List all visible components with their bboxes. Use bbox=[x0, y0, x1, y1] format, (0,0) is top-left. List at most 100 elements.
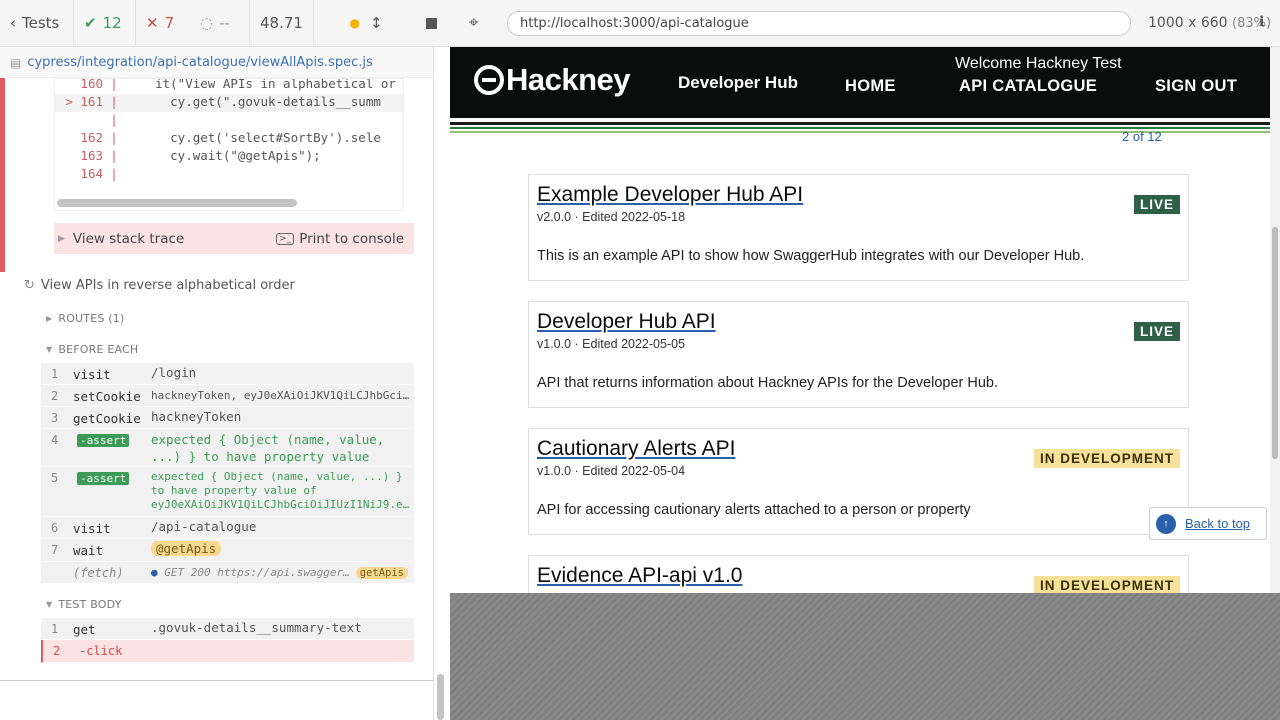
api-card-description: API for accessing cautionary alerts atta… bbox=[537, 502, 971, 518]
url-field[interactable]: http://localhost:3000/api-catalogue bbox=[507, 11, 1131, 36]
alias-badge[interactable]: @getApis bbox=[151, 541, 222, 556]
stop-button[interactable] bbox=[418, 0, 450, 47]
chevron-right-icon: ▶ bbox=[58, 233, 65, 244]
stop-icon bbox=[426, 17, 437, 29]
command-row[interactable]: 6 visit /api-catalogue bbox=[41, 517, 414, 539]
command-row-assert[interactable]: 5 -assert expected { Object (name, value… bbox=[41, 467, 414, 517]
page-scrollbar-thumb[interactable] bbox=[1272, 227, 1278, 459]
spec-file-bar[interactable]: ▤ cypress/integration/api-catalogue/view… bbox=[0, 48, 433, 78]
command-number: 2 bbox=[53, 644, 61, 658]
command-number: 1 bbox=[51, 367, 59, 381]
browser-area: ⌖ http://localhost:3000/api-catalogue 10… bbox=[450, 0, 1280, 720]
api-card: Cautionary Alerts API v1.0.0 · Edited 20… bbox=[528, 428, 1189, 535]
command-name: get bbox=[73, 622, 96, 637]
pending-count[interactable]: ◌ -- bbox=[190, 0, 250, 47]
status-badge: LIVE bbox=[1133, 322, 1180, 341]
api-card-title[interactable]: Developer Hub API bbox=[537, 310, 716, 334]
alias-wrapper: getApis bbox=[355, 566, 408, 579]
divider bbox=[0, 680, 433, 681]
back-to-top-link[interactable]: ↑ Back to top bbox=[1149, 507, 1267, 540]
failed-count[interactable]: ✕ 7 bbox=[136, 0, 190, 47]
file-icon: ▤ bbox=[10, 55, 22, 70]
command-number: 6 bbox=[51, 521, 59, 535]
code-line: 160 | it("View APIs in alphabetical or bbox=[80, 78, 396, 91]
command-number: 5 bbox=[51, 471, 59, 485]
duration: 48.71 bbox=[250, 0, 314, 47]
test-body-toggle[interactable]: ▼ TEST BODY bbox=[46, 598, 122, 611]
api-card-title[interactable]: Cautionary Alerts API bbox=[537, 437, 735, 461]
tests-label: Tests bbox=[22, 14, 60, 32]
tests-back-button[interactable]: ‹ Tests bbox=[0, 0, 74, 47]
command-message: hackneyToken bbox=[151, 409, 242, 424]
logo-mark-icon bbox=[474, 65, 504, 95]
command-name: visit bbox=[73, 367, 111, 382]
code-line: 162 | cy.get('select#SortBy').sele bbox=[80, 130, 381, 145]
failed-value: 7 bbox=[164, 14, 175, 32]
print-to-console-button[interactable]: >_ Print to console bbox=[276, 231, 404, 247]
command-name: getCookie bbox=[73, 411, 141, 426]
status-badge: IN DEVELOPMENT bbox=[1033, 449, 1180, 468]
dot-icon: ● bbox=[151, 566, 158, 579]
alias-badge[interactable]: getApis bbox=[355, 567, 408, 579]
command-row[interactable]: 2 setCookie hackneyToken, eyJ0eXAiOiJKV1… bbox=[41, 385, 414, 407]
hackney-logo[interactable]: Hackney bbox=[474, 62, 631, 98]
api-card-title[interactable]: Example Developer Hub API bbox=[537, 183, 803, 207]
command-row-fetch[interactable]: (fetch) ● GET 200 https://api.swaggerhu…… bbox=[41, 562, 414, 584]
api-card-title[interactable]: Evidence API-api v1.0 bbox=[537, 564, 742, 588]
nav-home[interactable]: HOME bbox=[845, 77, 896, 96]
passed-count[interactable]: ✔ 12 bbox=[74, 0, 136, 47]
view-stack-trace-toggle[interactable]: View stack trace bbox=[73, 231, 184, 247]
status-dot-icon: ● bbox=[349, 16, 360, 30]
routes-label: ROUTES (1) bbox=[58, 312, 125, 325]
api-card-meta: v1.0.0 · Edited 2022-05-05 bbox=[537, 337, 686, 351]
api-card-description: API that returns information about Hackn… bbox=[537, 375, 999, 391]
command-row[interactable]: 7 wait @getApis bbox=[41, 539, 414, 562]
before-each-toggle[interactable]: ▼ BEFORE EACH bbox=[46, 343, 138, 356]
autoscroll-toggle-icon[interactable]: ↕ bbox=[370, 14, 383, 32]
code-line: | bbox=[110, 112, 118, 127]
terminal-icon: >_ bbox=[276, 232, 295, 245]
command-message: hackneyToken, eyJ0eXAiOiJKV1QiLCJhbGciOi… bbox=[151, 389, 410, 402]
code-line: 164 | bbox=[80, 166, 118, 181]
nav-api-catalogue[interactable]: API CATALOGUE bbox=[959, 77, 1097, 96]
command-row[interactable]: 1 visit /login bbox=[41, 363, 414, 385]
command-row-failed[interactable]: 2 -click bbox=[41, 640, 414, 663]
run-controls: ● ↕ bbox=[314, 0, 418, 47]
selector-playground-icon[interactable]: ⌖ bbox=[469, 13, 479, 33]
back-to-top-label: Back to top bbox=[1185, 516, 1251, 531]
spec-path[interactable]: cypress/integration/api-catalogue/viewAl… bbox=[27, 55, 372, 70]
product-name[interactable]: Developer Hub bbox=[678, 73, 798, 93]
api-card-meta: v1.0.0 · Edited 2022-05-04 bbox=[537, 464, 686, 478]
status-badge: LIVE bbox=[1133, 195, 1180, 214]
alias-wrapper: @getApis bbox=[151, 541, 410, 556]
command-row[interactable]: 1 get .govuk-details__summary-text bbox=[41, 618, 414, 640]
assert-message: expected { Object (name, value, ...) } t… bbox=[151, 432, 385, 464]
command-name: setCookie bbox=[73, 389, 141, 404]
nav-sign-out[interactable]: SIGN OUT bbox=[1155, 77, 1237, 96]
logo-text: Hackney bbox=[506, 62, 631, 97]
api-card: Evidence API-api v1.0 IN DEVELOPMENT bbox=[528, 555, 1189, 593]
failure-indicator bbox=[0, 78, 5, 272]
code-horizontal-scrollbar[interactable] bbox=[57, 199, 297, 207]
routes-toggle[interactable]: ▶ ROUTES (1) bbox=[46, 312, 124, 325]
welcome-message: Welcome Hackney Test bbox=[955, 55, 1122, 72]
url-bar: ⌖ http://localhost:3000/api-catalogue 10… bbox=[450, 0, 1280, 47]
passed-value: 12 bbox=[102, 14, 122, 32]
command-message: .govuk-details__summary-text bbox=[151, 620, 362, 635]
test-title[interactable]: ↻ View APIs in reverse alphabetical orde… bbox=[24, 278, 295, 293]
command-number: 1 bbox=[51, 622, 59, 636]
assert-badge: -assert bbox=[77, 432, 130, 447]
command-row-assert[interactable]: 4 -assert expected { Object (name, value… bbox=[41, 429, 414, 467]
viewport-size[interactable]: 1000 x 660 (83%) bbox=[1148, 15, 1271, 31]
cypress-stats-bar: ‹ Tests ✔ 12 ✕ 7 ◌ -- 48.71 ● ↕ bbox=[0, 0, 450, 47]
chevron-down-icon: ▼ bbox=[46, 345, 53, 354]
page-count: 2 of 12 bbox=[1122, 129, 1162, 144]
api-card: Developer Hub API v1.0.0 · Edited 2022-0… bbox=[528, 301, 1189, 408]
command-row[interactable]: 3 getCookie hackneyToken bbox=[41, 407, 414, 429]
app-under-test: Hackney Developer Hub Welcome Hackney Te… bbox=[450, 47, 1280, 593]
command-name: visit bbox=[73, 521, 111, 536]
cross-icon: ✕ bbox=[146, 14, 159, 32]
reporter-scrollbar[interactable] bbox=[437, 674, 444, 720]
refresh-icon: ↻ bbox=[24, 278, 35, 293]
info-icon[interactable]: ℹ bbox=[1259, 14, 1264, 30]
